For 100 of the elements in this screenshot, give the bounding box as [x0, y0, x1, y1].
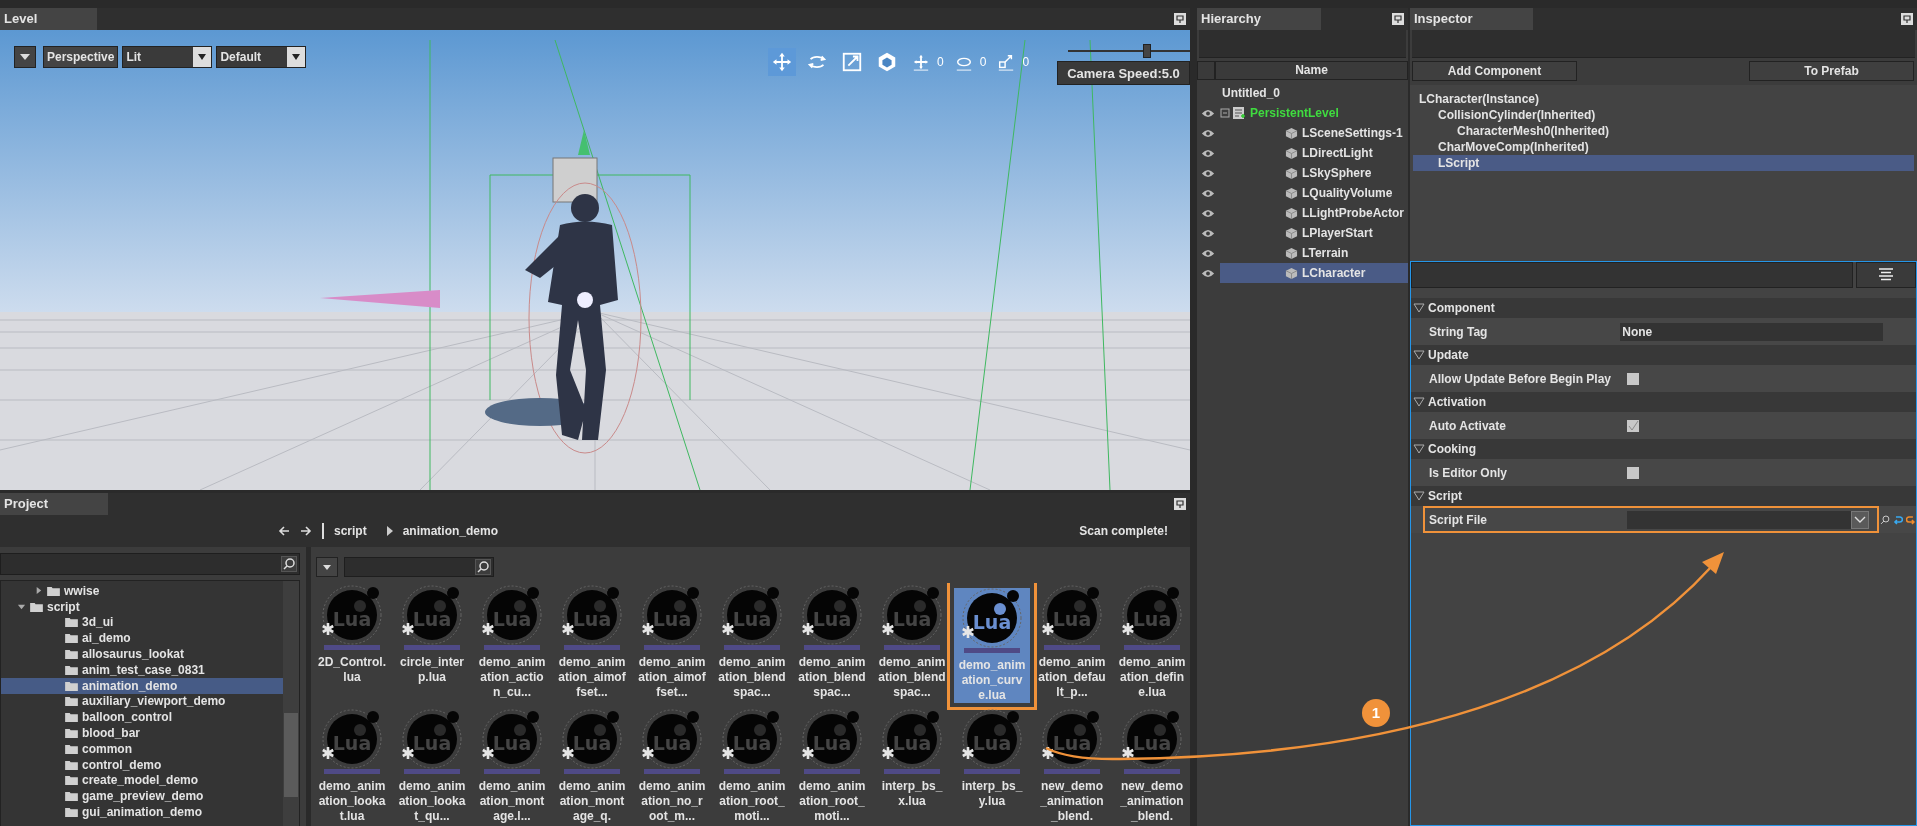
- search-icon[interactable]: [1880, 514, 1891, 525]
- section-header[interactable]: Component: [1411, 298, 1916, 318]
- folder-item[interactable]: script: [1, 598, 283, 615]
- eye-icon[interactable]: [1201, 228, 1215, 238]
- eye-icon[interactable]: [1201, 128, 1215, 138]
- lua-file-item[interactable]: Lua demo_animation_curve.lua: [947, 583, 1037, 710]
- checkbox[interactable]: [1627, 466, 1639, 479]
- hierarchy-item[interactable]: PersistentLevel: [1220, 103, 1408, 123]
- menu-button[interactable]: [1856, 262, 1916, 288]
- lua-file-item[interactable]: Lua demo_animation_blendspac...: [794, 583, 870, 703]
- eye-icon[interactable]: [1201, 208, 1215, 218]
- hierarchy-item[interactable]: Untitled_0: [1220, 83, 1408, 103]
- lua-file-item[interactable]: Lua 2D_Control.lua: [314, 583, 390, 703]
- component-item[interactable]: LCharacter(Instance): [1413, 91, 1914, 107]
- section-header[interactable]: Activation: [1411, 392, 1916, 412]
- lua-file-item[interactable]: Lua demo_animation_root_moti...: [794, 707, 870, 826]
- lua-file-item[interactable]: Lua demo_animation_aimoffset...: [554, 583, 630, 703]
- expand-arrow-icon[interactable]: [34, 586, 43, 596]
- lua-file-item[interactable]: Lua demo_animation_define.lua: [1114, 583, 1190, 703]
- section-header[interactable]: Cooking: [1411, 439, 1916, 459]
- component-item[interactable]: CollisionCylinder(Inherited): [1413, 107, 1914, 123]
- property-search-field[interactable]: [1411, 262, 1853, 288]
- eye-icon[interactable]: [1201, 168, 1215, 178]
- eye-icon[interactable]: [1201, 108, 1215, 118]
- lua-file-item[interactable]: Lua demo_animation_lookat_qu...: [394, 707, 470, 826]
- level-tab[interactable]: Level: [0, 8, 98, 30]
- hierarchy-item[interactable]: LLightProbeActor: [1220, 203, 1408, 223]
- folder-item[interactable]: wwise: [1, 583, 283, 599]
- checkbox[interactable]: [1627, 372, 1639, 385]
- lua-file-item[interactable]: Lua demo_animation_lookat.lua: [314, 707, 390, 826]
- search-icon[interactable]: [475, 559, 491, 575]
- lua-file-item[interactable]: Lua demo_animation_montage_q.: [554, 707, 630, 826]
- filter-dropdown-button[interactable]: [316, 557, 338, 577]
- slider-thumb[interactable]: [1143, 44, 1152, 58]
- view-mode-button[interactable]: Perspective: [43, 46, 119, 68]
- lighting-dropdown[interactable]: Lit: [122, 46, 213, 68]
- hierarchy-item[interactable]: LSkySphere: [1220, 163, 1408, 183]
- file-search-field[interactable]: [344, 557, 494, 577]
- folder-item[interactable]: allosaurus_lookat: [1, 646, 283, 662]
- lua-file-item[interactable]: Lua demo_animation_blendspac...: [714, 583, 790, 703]
- folder-item[interactable]: anim_test_case_0831: [1, 662, 283, 678]
- lua-file-item[interactable]: Lua demo_animation_blendspac...: [874, 583, 950, 703]
- folder-item[interactable]: 3d_ui: [1, 614, 283, 631]
- scrollbar[interactable]: [283, 581, 299, 826]
- hierarchy-tab[interactable]: Hierarchy: [1197, 8, 1321, 30]
- lua-file-item[interactable]: Lua demo_animation_montage.l...: [474, 707, 550, 826]
- forward-arrow-icon[interactable]: [300, 525, 312, 537]
- script-file-dropdown[interactable]: [1627, 510, 1869, 529]
- view-menu-button[interactable]: [14, 46, 36, 68]
- folder-item[interactable]: gui_animation_demo: [1, 804, 283, 820]
- undo-icon[interactable]: [1893, 514, 1904, 525]
- inspector-tab[interactable]: Inspector: [1410, 8, 1533, 30]
- search-icon[interactable]: [281, 556, 297, 572]
- hierarchy-item[interactable]: LQualityVolume: [1220, 183, 1408, 203]
- lua-file-item[interactable]: Lua demo_animation_no_root_m...: [634, 707, 710, 826]
- hierarchy-item[interactable]: LTerrain: [1220, 243, 1408, 263]
- actor-icon[interactable]: [552, 157, 598, 203]
- checkbox[interactable]: [1627, 419, 1639, 432]
- scale-snap-icon[interactable]: [997, 53, 1016, 71]
- component-item[interactable]: CharacterMesh0(Inherited): [1413, 123, 1914, 139]
- lua-file-item[interactable]: Lua demo_animation_action_cu...: [474, 583, 550, 703]
- folder-item[interactable]: animation_demo: [1, 677, 283, 694]
- folder-item[interactable]: auxiliary_viewport_demo: [1, 693, 283, 710]
- inspector-button[interactable]: Add Component: [1412, 61, 1577, 81]
- lua-file-item[interactable]: Lua demo_animation_default_p...: [1034, 583, 1110, 703]
- dock-icon[interactable]: [1392, 13, 1404, 25]
- name-column-header[interactable]: Name: [1215, 61, 1408, 80]
- hierarchy-item[interactable]: LPlayerStart: [1220, 223, 1408, 243]
- lua-file-item[interactable]: Lua demo_animation_aimoffset...: [634, 583, 710, 703]
- component-item[interactable]: CharMoveComp(Inherited): [1413, 139, 1914, 155]
- collapse-triangle-icon[interactable]: [1413, 303, 1425, 313]
- hierarchy-item[interactable]: LCharacter: [1220, 263, 1408, 283]
- eye-icon[interactable]: [1201, 248, 1215, 258]
- folder-item[interactable]: game_preview_demo: [1, 788, 283, 805]
- hierarchy-search-field[interactable]: [1199, 30, 1406, 58]
- lua-file-item[interactable]: Lua demo_animation_root_moti...: [714, 707, 790, 826]
- collapse-triangle-icon[interactable]: [1413, 491, 1425, 501]
- text-field[interactable]: None: [1620, 322, 1883, 341]
- eye-icon[interactable]: [1201, 268, 1215, 278]
- folder-item[interactable]: blood_bar: [1, 725, 283, 741]
- back-arrow-icon[interactable]: [278, 525, 290, 537]
- lua-file-item[interactable]: Lua new_demo_animation_blend.: [1114, 707, 1190, 826]
- lua-file-item[interactable]: Lua new_demo_animation_blend.: [1034, 707, 1110, 826]
- folder-item[interactable]: balloon_control: [1, 709, 283, 726]
- character-silhouette[interactable]: [485, 182, 642, 454]
- collapse-triangle-icon[interactable]: [1413, 444, 1425, 454]
- dock-icon[interactable]: [1174, 13, 1186, 25]
- hierarchy-item[interactable]: LDirectLight: [1220, 143, 1408, 163]
- move-snap-icon[interactable]: [912, 53, 930, 71]
- move-gizmo-icon[interactable]: [768, 48, 796, 76]
- folder-item[interactable]: create_model_demo: [1, 772, 283, 789]
- eye-icon[interactable]: [1201, 148, 1215, 158]
- breadcrumb-link[interactable]: script: [334, 524, 367, 538]
- collapse-triangle-icon[interactable]: [1413, 397, 1425, 407]
- expand-arrow-icon[interactable]: [17, 602, 26, 612]
- redo-icon[interactable]: [1906, 514, 1916, 525]
- breadcrumb-link[interactable]: animation_demo: [402, 524, 499, 538]
- lua-file-item[interactable]: Lua circle_interp.lua: [394, 583, 470, 703]
- folder-item[interactable]: ai_demo: [1, 630, 283, 647]
- hierarchy-item[interactable]: LSceneSettings-1: [1220, 123, 1408, 143]
